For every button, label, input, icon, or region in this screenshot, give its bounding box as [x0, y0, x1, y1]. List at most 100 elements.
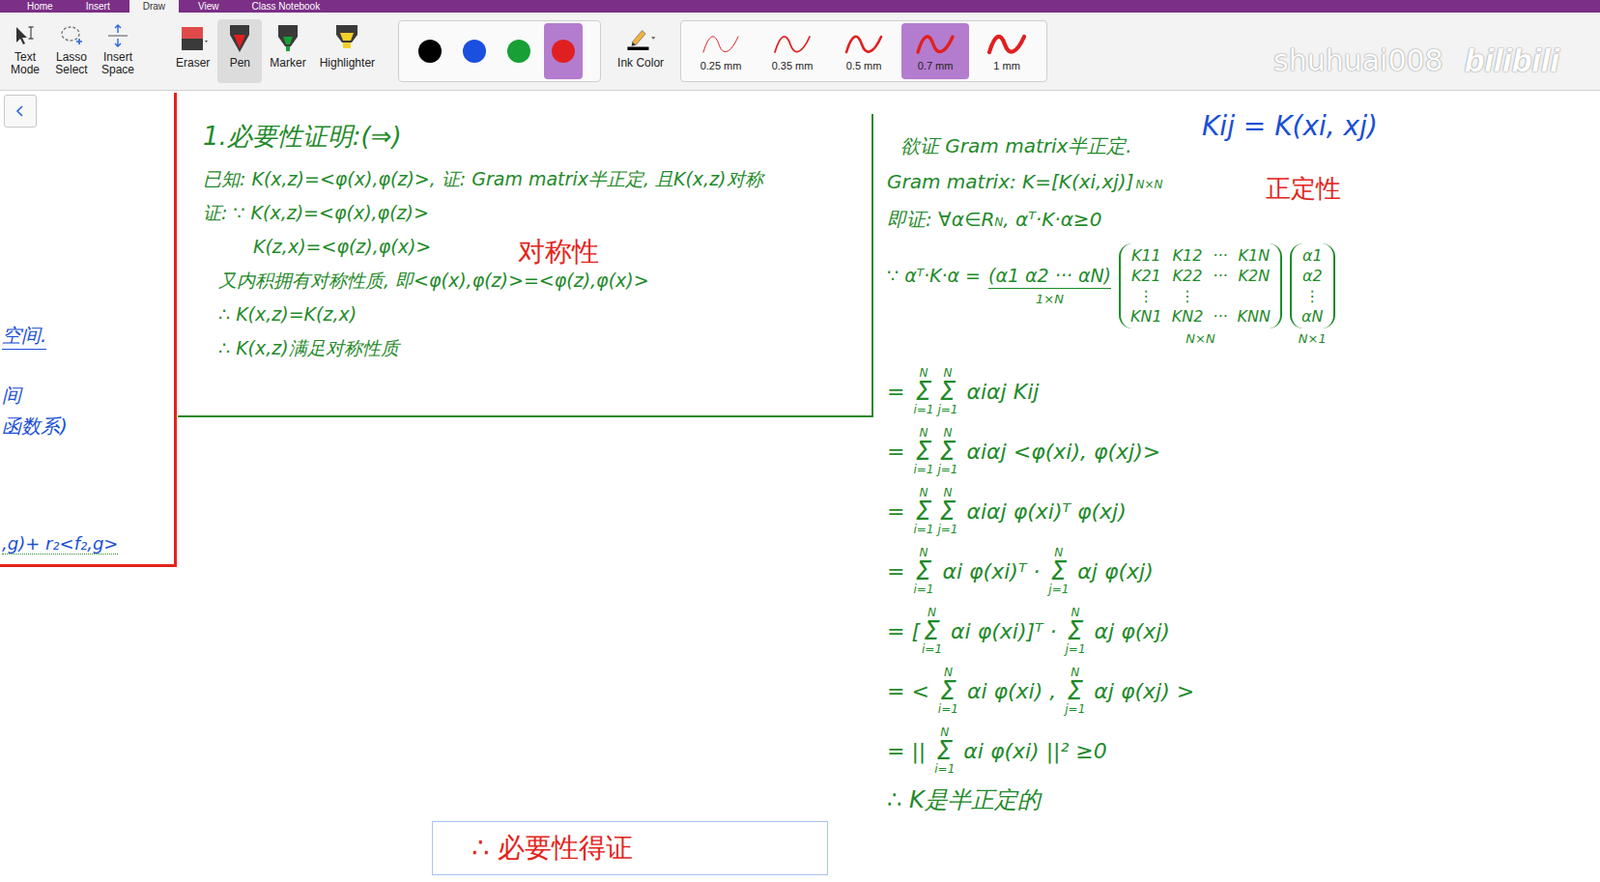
select-tools: Text Mode Lasso Select Insert Space: [1, 19, 142, 84]
summation: N Σ i=1: [913, 427, 934, 476]
matrix-cell: KNN: [1237, 306, 1271, 327]
color-swatch[interactable]: [543, 23, 583, 80]
formula-text: αi φ(xi) ,: [960, 679, 1063, 704]
matrix-cell: K1N: [1237, 245, 1271, 266]
summation: N Σ j=1: [1065, 606, 1086, 656]
ribbon-tab[interactable]: Home: [13, 0, 67, 13]
matrix-cell: K11: [1130, 245, 1163, 266]
tool-button[interactable]: Marker: [263, 19, 312, 84]
onenote-window: Home Insert Draw View Class Notebook Text Mo…: [0, 0, 1600, 882]
formula-text: = [: [886, 619, 920, 644]
stroke-width-option[interactable]: 0.5 mm: [829, 23, 898, 80]
matrix-cell: ⋮: [1171, 285, 1204, 307]
color-swatch[interactable]: [455, 23, 494, 80]
back-button[interactable]: [3, 94, 37, 128]
summation: N Σ j=1: [1064, 666, 1086, 715]
formula-text: αi φ(xi) ||² ≥0: [956, 739, 1107, 764]
proof-line: Gram matrix: K=[K(xi,xj)]N×N: [886, 170, 1336, 200]
stroke-width-option[interactable]: 0.25 mm: [686, 23, 755, 80]
formula-text: αiαj φ(xi)ᵀ φ(xj): [960, 499, 1127, 524]
color-dot: [418, 39, 442, 63]
stroke-width-option[interactable]: 0.35 mm: [758, 23, 827, 80]
summation: N Σ i=1: [913, 546, 934, 596]
ribbon-tab[interactable]: Class Notebook: [238, 0, 335, 13]
formula-text: = ||: [886, 739, 933, 764]
note-canvas[interactable]: 空间.间函数系),g)+ r₂<f₂,g> 1.必要性证明:(⇒) 已知: K(…: [0, 90, 1600, 882]
matrix-cell: KN1: [1130, 306, 1163, 327]
matrix-cell: K12: [1171, 245, 1204, 266]
marker-icon: [271, 23, 305, 55]
stroke-width-option[interactable]: 0.7 mm: [901, 23, 970, 80]
chevron-left-icon: [12, 103, 29, 119]
ribbon-tab[interactable]: Insert: [72, 0, 124, 13]
matrix-cell: K2N: [1237, 265, 1271, 286]
summation: N Σ i=1: [938, 666, 959, 715]
vector-cell: α2: [1301, 265, 1324, 286]
vector-cell: αN: [1301, 306, 1324, 327]
matrix-cell: ···: [1212, 265, 1228, 286]
stroke-sample-icon: [771, 30, 814, 58]
necessity-proof-box: 1.必要性证明:(⇒) 已知: K(x,z)=<φ(x),φ(z)>, 证: G…: [177, 114, 874, 418]
equation-line: = N Σ i=1N Σ j=1 αiαj φ(xi)ᵀ φ(xj): [886, 485, 1336, 538]
summation: N Σ i=1: [913, 486, 934, 536]
superscript: N: [994, 215, 1003, 229]
equation-line: = N Σ i=1 αi φ(xi)ᵀ · N Σ j=1 αj φ(xj): [886, 544, 1336, 598]
color-dot: [507, 39, 531, 63]
gram-matrix: K11K12···K1NK21K22···K2N⋮⋮KN1KN2···KNN N…: [1118, 243, 1283, 346]
color-dot: [462, 39, 486, 63]
summation: N Σ j=1: [1048, 546, 1069, 596]
stroke-width-option[interactable]: 1 mm: [972, 23, 1041, 80]
vector-cell: ⋮: [1301, 285, 1324, 307]
ribbon-tab[interactable]: View: [184, 0, 233, 13]
proof-line: 证: ∵ K(x,z)=<φ(x),φ(z)>: [202, 200, 872, 226]
tool-button[interactable]: Insert Space: [94, 19, 142, 84]
stroke-sample-icon: [985, 30, 1029, 58]
matrix-cell: ⋮: [1130, 285, 1163, 307]
proof-line: 又内积拥有对称性质, 即<φ(x),φ(z)>=<φ(z),φ(x)>: [202, 267, 872, 293]
color-dot: [551, 39, 575, 63]
pen-tools: Eraser Pen Marker Highlighter: [170, 19, 381, 84]
formula-text: , αᵀ·K·α≥0: [1002, 207, 1102, 231]
stroke-sample-icon: [842, 30, 886, 58]
formula-text: Gram matrix: K=[K(xi,xj)]: [886, 170, 1134, 194]
matrix-cell: [1212, 285, 1228, 307]
kernel-definition: Kij = K(xi, xj): [1201, 110, 1378, 143]
formula-text: αiαj Kij: [960, 379, 1040, 404]
draw-toolbar: Text Mode Lasso Select Insert Space Eras…: [0, 12, 1600, 91]
proof-line: ∴ K(x,z)=K(z,x): [202, 301, 872, 327]
conclusion: ∴ K是半正定的: [886, 784, 1336, 818]
formula-text: αj φ(xj): [1087, 619, 1171, 644]
partial-note: 空间.: [1, 322, 47, 350]
annotation: 正定性: [1265, 171, 1342, 206]
tool-button[interactable]: Highlighter: [314, 19, 381, 84]
ribbon-tab[interactable]: Draw: [129, 0, 179, 13]
proof-line: 已知: K(x,z)=<φ(x),φ(z)>, 证: Gram matrix半正…: [202, 166, 872, 192]
formula-text: αi φ(xi)ᵀ ·: [935, 559, 1047, 584]
stroke-sample-icon: [914, 30, 957, 58]
color-swatch[interactable]: [499, 23, 539, 80]
color-palette: [398, 20, 601, 83]
tool-button[interactable]: Eraser: [170, 19, 216, 84]
matrix-cell: [1237, 285, 1271, 307]
partial-note: 函数系): [1, 413, 68, 440]
formula-text: αi φ(xi)]ᵀ ·: [943, 619, 1063, 644]
tool-button[interactable]: Pen: [217, 19, 262, 84]
caption-box[interactable]: ∴ 必要性得证: [431, 821, 829, 876]
stroke-sample-icon: [699, 30, 743, 58]
equation-line: = || N Σ i=1 αi φ(xi) ||² ≥0: [886, 724, 1336, 777]
color-swatch[interactable]: [410, 23, 450, 80]
tool-button[interactable]: Text Mode: [1, 19, 49, 84]
ink-color-button[interactable]: Ink Color: [608, 19, 673, 84]
ribbon-tabs: Home Insert Draw View Class Notebook: [0, 0, 1600, 13]
watermark: shuhuai008 bilibili: [1273, 41, 1560, 80]
summation: N Σ j=1: [937, 486, 958, 536]
equation-line: = < N Σ i=1 αi φ(xi) , N Σ j=1 αj φ(xj) …: [886, 664, 1336, 717]
proof-line: 欲证 Gram matrix半正定.: [886, 133, 1336, 163]
matrix-cell: K22: [1171, 265, 1204, 286]
ink-color-icon: [624, 23, 658, 55]
column-vector: α1α2⋮αN N×1: [1289, 243, 1336, 346]
tool-button[interactable]: Lasso Select: [48, 19, 95, 84]
pen-icon: [223, 23, 257, 55]
annotation: 对称性: [517, 233, 600, 271]
equation-line: = N Σ i=1N Σ j=1 αiαj <φ(xi), φ(xj)>: [886, 425, 1336, 478]
